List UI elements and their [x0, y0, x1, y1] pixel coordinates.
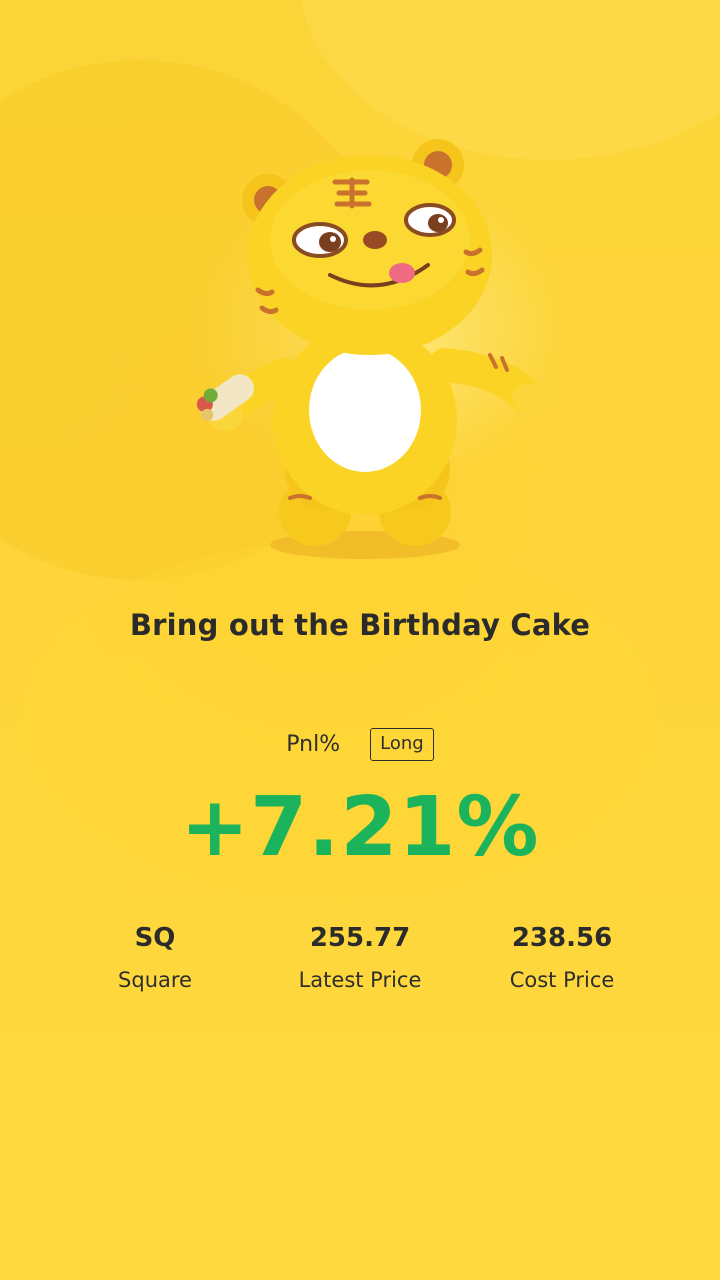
stat-cost-price-label: Cost Price	[509, 968, 615, 992]
card-title: Bring out the Birthday Cake	[129, 608, 591, 642]
position-stats: SQ Square 255.77 Latest Price 238.56 Cos…	[0, 918, 720, 1008]
position-direction-badge: Long	[370, 727, 434, 761]
pnl-label: Pnl%	[286, 731, 341, 757]
pnl-header: Pnl% Long	[0, 726, 720, 762]
stat-cost-price: 238.56 Cost Price	[452, 918, 672, 1002]
stat-latest-price-value: 255.77	[309, 923, 411, 953]
stat-latest-price-label: Latest Price	[298, 968, 422, 992]
stat-symbol: SQ Square	[45, 918, 265, 1002]
stat-latest-price: 255.77 Latest Price	[250, 918, 470, 1002]
pnl-percent-value: +7.21%	[180, 780, 540, 875]
tiger-mascot-icon	[196, 139, 548, 559]
stat-symbol-label: Square	[118, 968, 192, 992]
stat-symbol-value: SQ	[134, 923, 176, 953]
stat-cost-price-value: 238.56	[511, 923, 613, 953]
pnl-share-card: Bring out the Birthday Cake Pnl% Long +7…	[0, 0, 720, 1280]
